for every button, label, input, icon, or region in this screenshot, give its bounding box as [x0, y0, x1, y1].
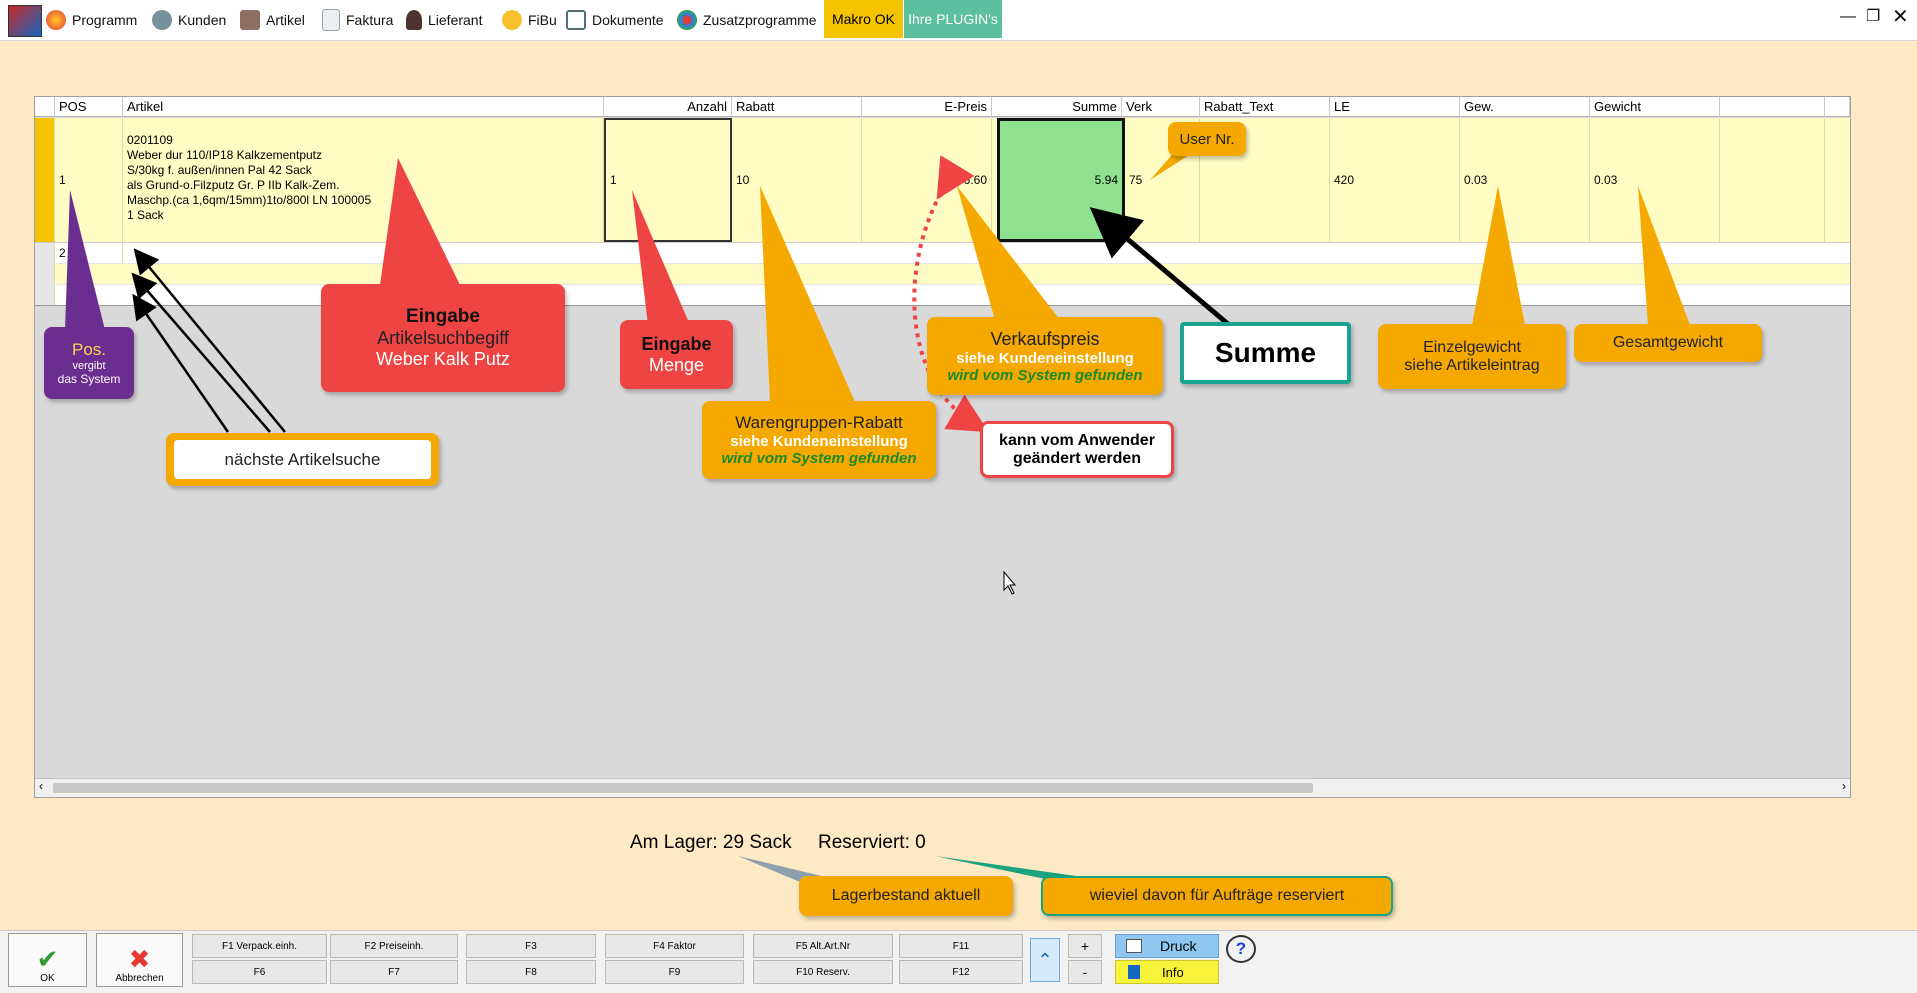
mouse-cursor — [1003, 570, 1017, 595]
einzel-pointer — [1472, 186, 1525, 325]
callout-verkaufspreis-title: Verkaufspreis — [990, 328, 1100, 349]
cancel-icon: ✖ — [128, 944, 151, 974]
f9-button[interactable]: F9 — [605, 960, 744, 984]
pos-pointer — [65, 190, 105, 330]
f3-button[interactable]: F3 — [466, 934, 596, 958]
collapse-up-icon[interactable]: ⌃ — [1030, 938, 1060, 982]
callout-eingabe-artikel-title: Eingabe — [406, 306, 480, 327]
f11-button[interactable]: F11 — [899, 934, 1023, 958]
callout-einzelgewicht: Einzelgewicht siehe Artikeleintrag — [1378, 324, 1566, 389]
f8-button[interactable]: F8 — [466, 960, 596, 984]
callout-next-search: nächste Artikelsuche — [166, 433, 439, 486]
f2-button[interactable]: F2 Preiseinh. — [330, 934, 458, 958]
callout-eingabe-artikel-l2: Artikelsuchbegiff — [377, 328, 509, 348]
callout-anwender: kann vom Anwender geändert werden — [980, 421, 1174, 478]
printer-icon — [1126, 939, 1142, 953]
callout-warengruppe-title: Warengruppen-Rabatt — [735, 413, 903, 432]
callout-pos-title: Pos. — [71, 340, 107, 359]
callout-verkaufspreis-l3: wird vom System gefunden — [947, 366, 1143, 384]
ok-label: OK — [40, 973, 55, 984]
f10-button[interactable]: F10 Reserv. — [753, 960, 893, 984]
artikel-pointer — [380, 158, 460, 285]
callout-lagerbestand: Lagerbestand aktuell — [799, 876, 1013, 916]
callout-pos-sub1: vergibt — [72, 360, 106, 372]
callout-eingabe-menge-title: Eingabe — [641, 333, 712, 354]
abbrechen-button[interactable]: ✖ Abbrechen — [96, 933, 183, 987]
callout-einzelgewicht-l2: siehe Artikeleintrag — [1404, 356, 1540, 374]
menge-pointer — [632, 190, 690, 325]
callout-einzelgewicht-l1: Einzelgewicht — [1423, 338, 1521, 356]
abbrechen-label: Abbrechen — [115, 973, 164, 984]
help-icon[interactable]: ? — [1226, 935, 1256, 963]
callout-warengruppe-l3: wird vom System gefunden — [721, 450, 917, 467]
callout-warengruppe-l2: siehe Kundeneinstellung — [730, 433, 908, 450]
f6-button[interactable]: F6 — [192, 960, 327, 984]
callout-pos: Pos. vergibt das System — [44, 327, 134, 399]
checkmark-icon: ✔ — [36, 944, 59, 974]
callout-reserviert: wieviel davon für Aufträge reserviert — [1041, 876, 1393, 916]
f1-button[interactable]: F1 Verpack.einh. — [192, 934, 327, 958]
callout-pos-sub2: das System — [57, 372, 121, 386]
plus-button[interactable]: + — [1068, 934, 1102, 958]
f5-button[interactable]: F5 Alt.Art.Nr — [753, 934, 893, 958]
gesamt-pointer — [1638, 186, 1690, 325]
callout-gesamtgewicht: Gesamtgewicht — [1574, 324, 1762, 362]
callout-eingabe-menge-l2: Menge — [648, 354, 705, 375]
annotation-arrows — [65, 140, 1690, 882]
lager-status: Am Lager: 29 Sack — [630, 832, 792, 853]
info-label: Info — [1162, 964, 1184, 980]
callout-summe: Summe — [1180, 322, 1351, 384]
info-button[interactable]: Info — [1115, 960, 1219, 984]
callout-eingabe-menge: Eingabe Menge — [620, 320, 733, 389]
druck-label: Druck — [1160, 938, 1197, 954]
f12-button[interactable]: F12 — [899, 960, 1023, 984]
verkauf-pointer — [957, 186, 1060, 320]
callout-anwender-l1: kann vom Anwender — [999, 431, 1155, 449]
callout-verkaufspreis: Verkaufspreis siehe Kundeneinstellung wi… — [927, 317, 1163, 395]
reserviert-status: Reserviert: 0 — [818, 832, 926, 853]
callout-verkaufspreis-l2: siehe Kundeneinstellung — [956, 349, 1134, 367]
rabatt-pointer — [760, 186, 855, 402]
f4-button[interactable]: F4 Faktor — [605, 934, 744, 958]
f7-button[interactable]: F7 — [330, 960, 458, 984]
function-key-bar: ✔ OK ✖ Abbrechen F1 Verpack.einh. F6 F2 … — [0, 930, 1917, 993]
callout-user-nr: User Nr. — [1168, 122, 1246, 156]
callout-anwender-l2: geändert werden — [1012, 449, 1142, 467]
info-icon — [1128, 965, 1140, 979]
callout-warengruppe: Warengruppen-Rabatt siehe Kundeneinstell… — [702, 401, 936, 479]
callout-eingabe-artikel: Eingabe Artikelsuchbegiff Weber Kalk Put… — [321, 284, 565, 392]
druck-button[interactable]: Druck — [1115, 934, 1219, 958]
callout-next-search-label: nächste Artikelsuche — [174, 440, 431, 479]
minus-button[interactable]: - — [1068, 960, 1102, 984]
ok-button[interactable]: ✔ OK — [8, 933, 87, 987]
callout-eingabe-artikel-l3: Weber Kalk Putz — [376, 349, 510, 369]
